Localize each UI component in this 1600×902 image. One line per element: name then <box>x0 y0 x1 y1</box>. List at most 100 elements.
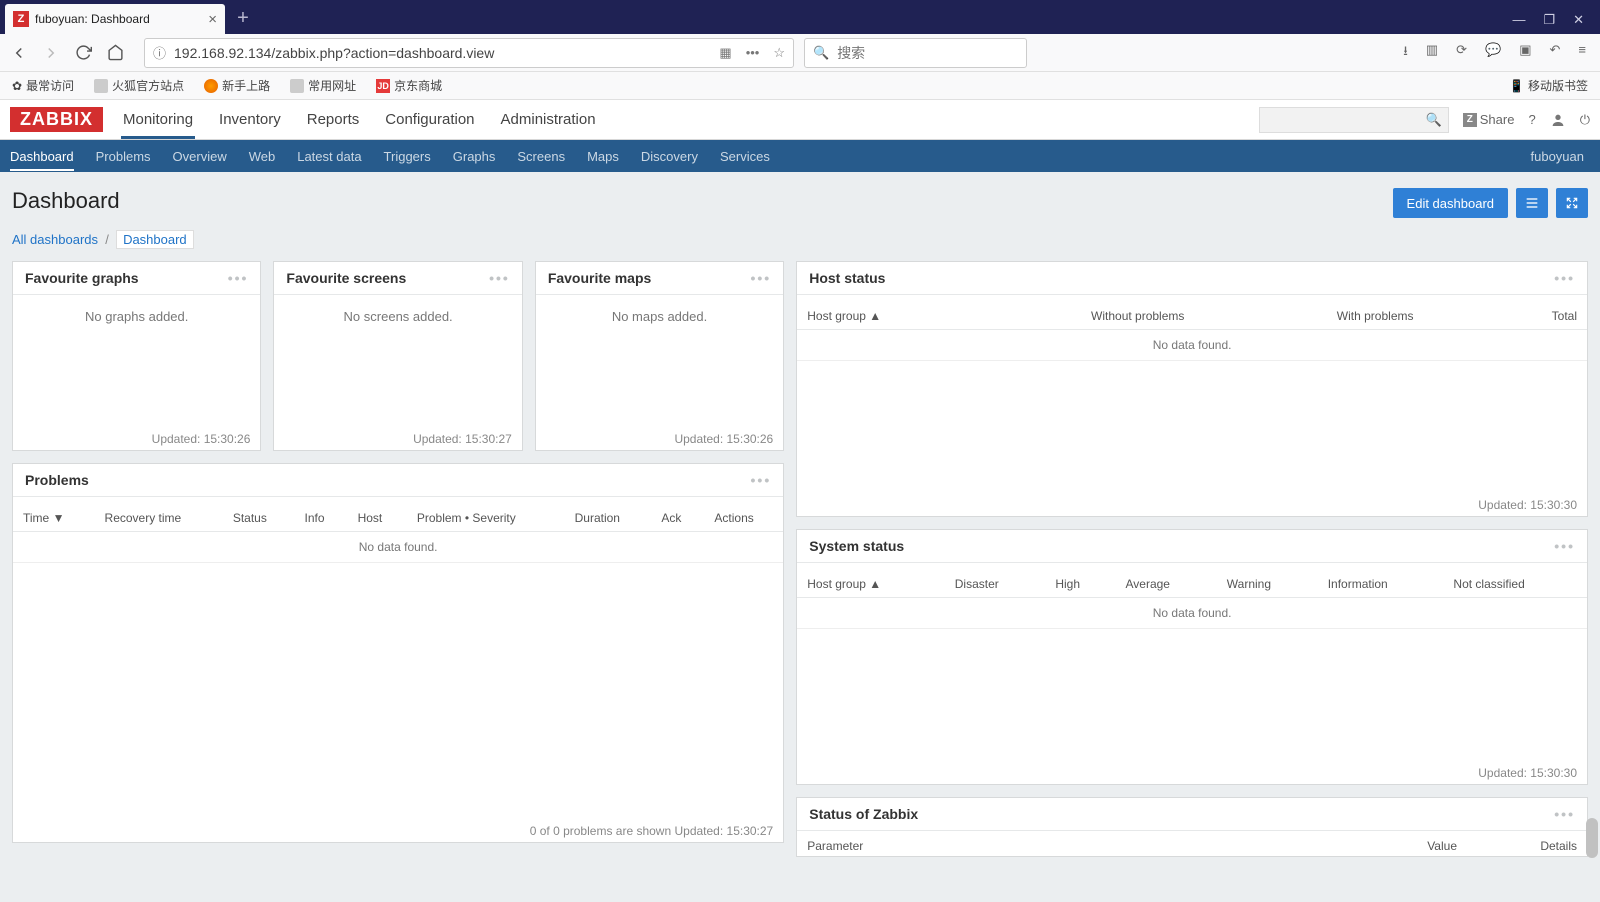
bookmark-label: 新手上路 <box>222 77 270 94</box>
widget-menu-icon[interactable]: ••• <box>1554 270 1575 286</box>
bookmark-firefox-official[interactable]: 火狐官方站点 <box>94 77 184 94</box>
widget-favourite-maps: Favourite maps••• No maps added. Updated… <box>535 261 784 451</box>
scrollbar-thumb[interactable] <box>1586 818 1598 858</box>
bookmark-mobile[interactable]: 📱 移动版书签 <box>1509 77 1588 94</box>
reload-icon[interactable] <box>72 42 94 64</box>
submenu-problems[interactable]: Problems <box>96 142 151 171</box>
col-average[interactable]: Average <box>1116 571 1217 598</box>
col-problem-severity[interactable]: Problem • Severity <box>407 505 565 532</box>
submenu-latest-data[interactable]: Latest data <box>297 142 361 171</box>
widget-status-of-zabbix: Status of Zabbix••• Parameter Value Deta… <box>796 797 1588 857</box>
col-not-classified[interactable]: Not classified <box>1443 571 1587 598</box>
bookmark-newbie[interactable]: 新手上路 <box>204 77 270 94</box>
bookmark-frequent[interactable]: ✿ 最常访问 <box>12 77 74 94</box>
breadcrumb: All dashboards / Dashboard <box>12 232 1588 247</box>
undo-icon[interactable]: ↶ <box>1550 42 1561 64</box>
col-status[interactable]: Status <box>223 505 295 532</box>
col-without-problems[interactable]: Without problems <box>1010 303 1266 330</box>
col-duration[interactable]: Duration <box>565 505 652 532</box>
col-parameter[interactable]: Parameter <box>797 833 1347 859</box>
browser-tab[interactable]: Z fuboyuan: Dashboard × <box>5 4 225 34</box>
tab-title: fuboyuan: Dashboard <box>35 12 150 26</box>
zabbix-logo[interactable]: ZABBIX <box>10 107 103 132</box>
widget-updated: Updated: 15:30:26 <box>13 428 260 450</box>
topmenu-configuration[interactable]: Configuration <box>383 101 476 138</box>
close-window-icon[interactable]: ✕ <box>1573 12 1584 28</box>
site-info-icon[interactable]: ⓘ <box>153 43 166 62</box>
menu-icon[interactable]: ≡ <box>1578 42 1586 64</box>
share-button[interactable]: ZShare <box>1463 112 1515 127</box>
col-with-problems[interactable]: With problems <box>1266 303 1485 330</box>
topmenu-monitoring[interactable]: Monitoring <box>121 101 195 138</box>
topmenu-reports[interactable]: Reports <box>305 101 362 138</box>
minimize-icon[interactable]: — <box>1512 12 1525 28</box>
current-user[interactable]: fuboyuan <box>1531 149 1591 164</box>
vertical-scrollbar[interactable] <box>1586 98 1598 898</box>
submenu-triggers[interactable]: Triggers <box>384 142 431 171</box>
widget-menu-icon[interactable]: ••• <box>751 270 772 286</box>
user-icon[interactable] <box>1550 112 1566 128</box>
bookmark-jd[interactable]: JD京东商城 <box>376 77 442 94</box>
col-hostgroup[interactable]: Host group ▲ <box>797 303 1009 330</box>
submenu-web[interactable]: Web <box>249 142 276 171</box>
url-input[interactable] <box>174 45 711 61</box>
screenshot-icon[interactable]: ⟳ <box>1456 42 1467 64</box>
col-info[interactable]: Info <box>295 505 348 532</box>
bookmark-common-urls[interactable]: 常用网址 <box>290 77 356 94</box>
system-status-table: Host group ▲ Disaster High Average Warni… <box>797 571 1587 629</box>
widget-menu-icon[interactable]: ••• <box>1554 806 1575 822</box>
col-time[interactable]: Time ▼ <box>13 505 95 532</box>
widget-menu-icon[interactable]: ••• <box>228 270 249 286</box>
back-icon[interactable] <box>8 42 30 64</box>
col-information[interactable]: Information <box>1318 571 1444 598</box>
widget-updated: Updated: 15:30:30 <box>797 762 1587 784</box>
forward-icon[interactable] <box>40 42 62 64</box>
topmenu-inventory[interactable]: Inventory <box>217 101 283 138</box>
col-details[interactable]: Details <box>1467 833 1587 859</box>
submenu-screens[interactable]: Screens <box>517 142 565 171</box>
zabbix-search[interactable]: 🔍 <box>1259 107 1449 133</box>
col-disaster[interactable]: Disaster <box>945 571 1046 598</box>
zabbix-status-table: Parameter Value Details <box>797 833 1587 859</box>
library-icon[interactable]: ▥ <box>1426 42 1438 64</box>
col-total[interactable]: Total <box>1484 303 1587 330</box>
col-warning[interactable]: Warning <box>1217 571 1318 598</box>
breadcrumb-all-dashboards[interactable]: All dashboards <box>12 232 98 247</box>
fullscreen-button[interactable] <box>1556 188 1588 218</box>
downloads-icon[interactable]: ⭳ <box>1403 42 1408 64</box>
submenu-maps[interactable]: Maps <box>587 142 619 171</box>
folder-icon <box>94 79 108 93</box>
topmenu-administration[interactable]: Administration <box>499 101 598 138</box>
col-hostgroup[interactable]: Host group ▲ <box>797 571 945 598</box>
widget-menu-icon[interactable]: ••• <box>1554 538 1575 554</box>
sidebar-icon[interactable]: ▣ <box>1519 42 1531 64</box>
page-actions-icon[interactable]: ••• <box>746 45 760 61</box>
search-input[interactable] <box>837 45 1018 61</box>
chat-icon[interactable]: 💬 <box>1485 42 1501 64</box>
home-icon[interactable] <box>104 42 126 64</box>
col-host[interactable]: Host <box>348 505 407 532</box>
submenu-graphs[interactable]: Graphs <box>453 142 496 171</box>
qr-icon[interactable]: ▦ <box>719 45 731 61</box>
submenu-overview[interactable]: Overview <box>173 142 227 171</box>
url-bar[interactable]: ⓘ ▦ ••• ☆ <box>144 38 794 68</box>
help-icon[interactable]: ? <box>1528 112 1535 127</box>
col-high[interactable]: High <box>1045 571 1115 598</box>
maximize-icon[interactable]: ❐ <box>1543 12 1555 28</box>
col-actions[interactable]: Actions <box>704 505 783 532</box>
widget-menu-icon[interactable]: ••• <box>489 270 510 286</box>
tab-close-icon[interactable]: × <box>208 11 217 28</box>
submenu-services[interactable]: Services <box>720 142 770 171</box>
search-bar[interactable]: 🔍 <box>804 38 1027 68</box>
bookmark-star-icon[interactable]: ☆ <box>773 45 785 61</box>
widget-menu-icon[interactable]: ••• <box>751 472 772 488</box>
submenu-discovery[interactable]: Discovery <box>641 142 698 171</box>
new-tab-button[interactable]: + <box>229 4 257 32</box>
col-value[interactable]: Value <box>1347 833 1467 859</box>
problems-nodata: No data found. <box>13 532 783 563</box>
col-ack[interactable]: Ack <box>651 505 704 532</box>
list-view-button[interactable] <box>1516 188 1548 218</box>
edit-dashboard-button[interactable]: Edit dashboard <box>1393 188 1508 218</box>
submenu-dashboard[interactable]: Dashboard <box>10 142 74 171</box>
col-recovery[interactable]: Recovery time <box>95 505 223 532</box>
